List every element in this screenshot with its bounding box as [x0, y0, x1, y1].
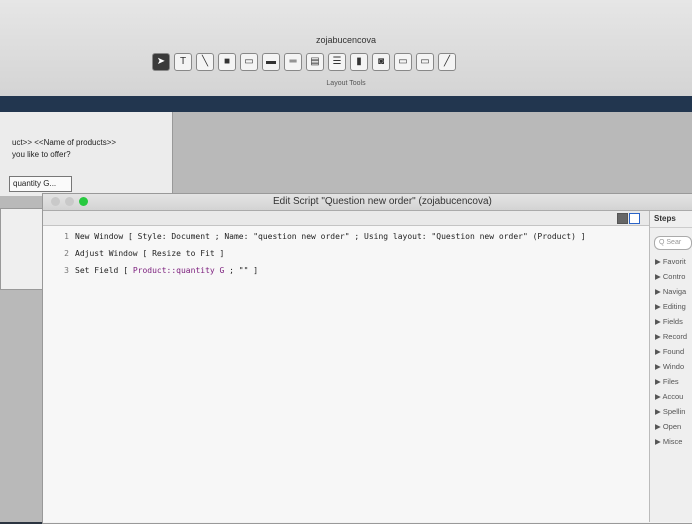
script-step: Set Field: [75, 266, 119, 275]
step-category-files[interactable]: ▶ Files: [650, 374, 692, 389]
line-number: 2: [64, 249, 69, 258]
step-category-found-sets[interactable]: ▶ Found: [650, 344, 692, 359]
back-window-title: zojabucencova: [315, 35, 377, 45]
step-category-windows[interactable]: ▶ Windo: [650, 359, 692, 374]
steps-panel-toggle-icon[interactable]: [629, 213, 640, 224]
script-step: Adjust Window: [75, 249, 138, 258]
back-window-titlebar: zojabucencova ➤ T ╲ ■ ▭ ▬ ═ ▤ ☰ ▮ ◙ ▭ ▭ …: [0, 0, 692, 97]
button-bar-tool-icon[interactable]: ═: [284, 53, 302, 71]
script-window-title: Edit Script "Question new order" (zojabu…: [273, 196, 492, 207]
script-params-rest: ; "" ]: [224, 266, 259, 275]
text-tool-icon[interactable]: T: [174, 53, 192, 71]
line-number: 3: [64, 266, 69, 275]
close-button[interactable]: [51, 197, 60, 206]
script-window-titlebar: Edit Script "Question new order" (zojabu…: [43, 194, 692, 211]
layout-side-object: [0, 208, 44, 290]
script-line[interactable]: 2 Adjust Window [ Resize to Fit ]: [43, 247, 649, 261]
step-category-spelling[interactable]: ▶ Spellin: [650, 404, 692, 419]
field-tool-icon[interactable]: ▭: [240, 53, 258, 71]
steps-panel: Steps Q Sear ▶ Favorit ▶ Contro ▶ Naviga…: [649, 211, 692, 522]
step-category-control[interactable]: ▶ Contro: [650, 269, 692, 284]
zoom-button[interactable]: [79, 197, 88, 206]
format-painter-icon[interactable]: ╱: [438, 53, 456, 71]
layout-text-question: you like to offer?: [12, 150, 71, 159]
script-params: [ Resize to Fit ]: [142, 249, 225, 258]
step-category-favorites[interactable]: ▶ Favorit: [650, 254, 692, 269]
layout-text-products: uct>> <<Name of products>>: [12, 138, 117, 147]
step-category-fields[interactable]: ▶ Fields: [650, 314, 692, 329]
minimize-button[interactable]: [65, 197, 74, 206]
layout-toolbar: ➤ T ╲ ■ ▭ ▬ ═ ▤ ☰ ▮ ◙ ▭ ▭ ╱: [152, 52, 456, 72]
button-tool-icon[interactable]: ▬: [262, 53, 280, 71]
steps-search-input[interactable]: Q Sear: [654, 236, 692, 250]
layout-bar: [0, 96, 692, 112]
chart-tool-icon[interactable]: ▮: [350, 53, 368, 71]
script-line[interactable]: 3 Set Field [ Product::quantity G ; "" ]: [43, 264, 649, 278]
step-category-navigation[interactable]: ▶ Naviga: [650, 284, 692, 299]
script-line[interactable]: 1 New Window [ Style: Document ; Name: "q…: [43, 230, 649, 244]
workspace-icon[interactable]: [617, 213, 628, 224]
rectangle-tool-icon[interactable]: ■: [218, 53, 236, 71]
arrow-tool-icon[interactable]: ➤: [152, 53, 170, 71]
script-params: [ Style: Document ; Name: "question new …: [128, 232, 586, 241]
step-category-open-menu[interactable]: ▶ Open: [650, 419, 692, 434]
steps-header: Steps: [650, 211, 692, 228]
popover-tool-icon[interactable]: ▭: [394, 53, 412, 71]
step-category-miscellaneous[interactable]: ▶ Misce: [650, 434, 692, 449]
field-reference: Product::quantity G: [132, 266, 225, 275]
script-step: New Window: [75, 232, 124, 241]
tab-control-tool-icon[interactable]: ▤: [306, 53, 324, 71]
script-subbar: [43, 211, 649, 226]
portal-tool-icon[interactable]: ☰: [328, 53, 346, 71]
line-number: 1: [64, 232, 69, 241]
quantity-field[interactable]: quantity G...: [9, 176, 72, 192]
step-category-records[interactable]: ▶ Record: [650, 329, 692, 344]
toolbar-label: Layout Tools: [326, 80, 366, 87]
popover-button-tool-icon[interactable]: ▭: [416, 53, 434, 71]
line-tool-icon[interactable]: ╲: [196, 53, 214, 71]
web-viewer-tool-icon[interactable]: ◙: [372, 53, 390, 71]
script-editor[interactable]: 1 New Window [ Style: Document ; Name: "q…: [43, 226, 649, 522]
step-category-editing[interactable]: ▶ Editing: [650, 299, 692, 314]
bracket-open: [: [123, 266, 133, 275]
edit-script-window: Edit Script "Question new order" (zojabu…: [42, 193, 692, 524]
step-category-accounts[interactable]: ▶ Accou: [650, 389, 692, 404]
